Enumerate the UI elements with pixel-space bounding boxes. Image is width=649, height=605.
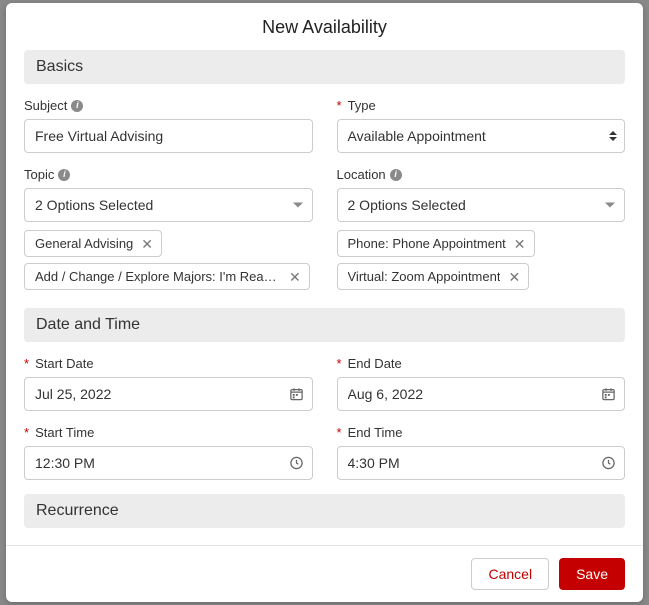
topic-select[interactable]: 2 Options Selected xyxy=(24,188,313,222)
calendar-icon[interactable] xyxy=(289,387,304,402)
start-date-label: Start Date xyxy=(35,356,94,371)
section-datetime-header: Date and Time xyxy=(24,308,625,342)
end-time-label: End Time xyxy=(348,425,403,440)
calendar-icon[interactable] xyxy=(601,387,616,402)
topic-chip: General Advising ✕ xyxy=(24,230,162,257)
subject-label: Subject xyxy=(24,98,67,113)
chip-label: Add / Change / Explore Majors: I'm Ready… xyxy=(35,269,281,284)
start-date-input[interactable] xyxy=(24,377,313,411)
modal-header: New Availability xyxy=(6,3,643,50)
save-button[interactable]: Save xyxy=(559,558,625,590)
modal-footer: Cancel Save xyxy=(6,545,643,602)
start-time-input[interactable] xyxy=(24,446,313,480)
type-label-row: * Type xyxy=(337,98,626,113)
required-marker: * xyxy=(24,425,29,440)
info-icon[interactable]: i xyxy=(390,169,402,181)
location-label: Location xyxy=(337,167,386,182)
modal-title: New Availability xyxy=(6,17,643,38)
start-time-label-row: * Start Time xyxy=(24,425,313,440)
start-time-label: Start Time xyxy=(35,425,94,440)
topic-chips: General Advising ✕ Add / Change / Explor… xyxy=(24,230,313,290)
section-recurrence-header: Recurrence xyxy=(24,494,625,528)
location-label-row: Location i xyxy=(337,167,626,182)
end-time-label-row: * End Time xyxy=(337,425,626,440)
location-select[interactable]: 2 Options Selected xyxy=(337,188,626,222)
required-marker: * xyxy=(337,356,342,371)
close-icon[interactable]: ✕ xyxy=(141,237,153,251)
location-chips: Phone: Phone Appointment ✕ Virtual: Zoom… xyxy=(337,230,626,290)
location-chip: Phone: Phone Appointment ✕ xyxy=(337,230,535,257)
required-marker: * xyxy=(337,425,342,440)
chip-label: General Advising xyxy=(35,236,133,251)
type-select[interactable]: Available Appointment xyxy=(337,119,626,153)
cancel-button[interactable]: Cancel xyxy=(471,558,549,590)
new-availability-modal: New Availability Basics Subject i * Type… xyxy=(6,3,643,602)
end-time-input[interactable] xyxy=(337,446,626,480)
subject-label-row: Subject i xyxy=(24,98,313,113)
clock-icon[interactable] xyxy=(289,456,304,471)
topic-chip: Add / Change / Explore Majors: I'm Ready… xyxy=(24,263,310,290)
end-date-label: End Date xyxy=(348,356,402,371)
close-icon[interactable]: ✕ xyxy=(289,270,301,284)
section-basics-header: Basics xyxy=(24,50,625,84)
required-marker: * xyxy=(337,98,342,113)
info-icon[interactable]: i xyxy=(58,169,70,181)
end-date-label-row: * End Date xyxy=(337,356,626,371)
required-marker: * xyxy=(24,356,29,371)
location-chip: Virtual: Zoom Appointment ✕ xyxy=(337,263,530,290)
clock-icon[interactable] xyxy=(601,456,616,471)
chip-label: Phone: Phone Appointment xyxy=(348,236,506,251)
end-date-input[interactable] xyxy=(337,377,626,411)
close-icon[interactable]: ✕ xyxy=(514,237,526,251)
close-icon[interactable]: ✕ xyxy=(508,270,520,284)
subject-input[interactable] xyxy=(24,119,313,153)
modal-body: Basics Subject i * Type Available Appoin… xyxy=(6,50,643,545)
topic-label-row: Topic i xyxy=(24,167,313,182)
chip-label: Virtual: Zoom Appointment xyxy=(348,269,501,284)
info-icon[interactable]: i xyxy=(71,100,83,112)
type-label: Type xyxy=(348,98,376,113)
start-date-label-row: * Start Date xyxy=(24,356,313,371)
topic-label: Topic xyxy=(24,167,54,182)
